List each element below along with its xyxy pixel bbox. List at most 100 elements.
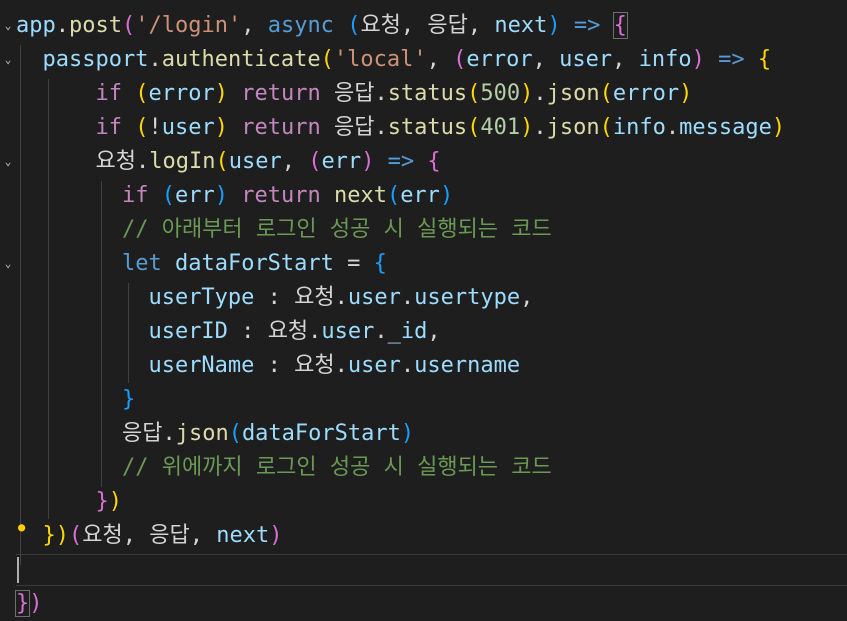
code-token: 응답 xyxy=(333,81,375,106)
code-line[interactable]: }) xyxy=(16,485,122,519)
code-token: status xyxy=(387,81,468,106)
code-line[interactable]: passport.authenticate('local', (error, u… xyxy=(16,43,772,77)
code-token: ( xyxy=(121,13,136,38)
code-token: userID xyxy=(148,319,228,344)
code-token: ( xyxy=(599,115,613,140)
editor-gutter: ⌄ ⌄ ⌄ ⌄ xyxy=(0,0,16,611)
code-line[interactable]: let dataForStart = { xyxy=(16,247,387,281)
code-line[interactable]: userType : 요청.user.usertype, xyxy=(16,281,533,315)
code-token: json xyxy=(546,115,600,140)
code-line[interactable]: } xyxy=(16,383,135,417)
chevron-down-icon[interactable]: ⌄ xyxy=(2,258,14,270)
code-token: let xyxy=(121,251,162,276)
code-line[interactable]: // 위에까지 로그인 성공 시 실행되는 코드 xyxy=(16,451,552,485)
code-token: async xyxy=(267,13,334,38)
code-token: , xyxy=(467,13,495,38)
code-token: ) xyxy=(547,13,561,38)
code-token: user xyxy=(161,115,215,140)
code-token: passport xyxy=(42,47,149,72)
code-token: // 위에까지 로그인 성공 시 실행되는 코드 xyxy=(121,455,552,480)
code-token: 요청 xyxy=(267,319,309,344)
code-token: 요청 xyxy=(294,353,335,378)
code-line[interactable]: userName : 요청.user.username xyxy=(16,349,520,383)
code-token: , xyxy=(612,47,639,72)
code-token: userType xyxy=(148,285,255,310)
code-token: ) xyxy=(439,183,454,208)
code-token: ( xyxy=(599,81,613,106)
code-line[interactable]: 요청.logIn(user, (err) => { xyxy=(16,145,440,179)
code-token: ( xyxy=(347,13,361,38)
code-token: ) xyxy=(361,149,375,174)
code-token: . xyxy=(400,285,415,310)
code-token: 요청 xyxy=(360,13,401,38)
code-token: . xyxy=(148,47,162,72)
code-token: . xyxy=(334,353,348,378)
code-token: info xyxy=(612,115,666,140)
code-token: , xyxy=(241,13,268,38)
code-token: next xyxy=(333,183,387,208)
code-token: err xyxy=(321,149,362,174)
code-line[interactable]: 응답.json(dataForStart) xyxy=(16,417,414,451)
code-token: return xyxy=(241,183,321,208)
code-line[interactable]: }) xyxy=(14,587,43,621)
code-token: app xyxy=(16,13,56,38)
code-token: usertype xyxy=(414,285,521,310)
code-token: ) xyxy=(29,591,43,616)
code-line[interactable]: if (!user) return 응답.status(401).json(in… xyxy=(16,111,785,145)
code-token: . xyxy=(400,353,415,378)
chevron-down-icon[interactable]: ⌄ xyxy=(2,20,14,32)
code-line[interactable]: })(요청, 응답, next) xyxy=(16,519,283,553)
code-token: = xyxy=(333,251,374,276)
code-token: . xyxy=(665,115,680,140)
code-token: ) xyxy=(520,81,534,106)
code-token: . xyxy=(374,115,388,140)
current-line-highlight xyxy=(16,554,847,586)
code-token: post xyxy=(69,13,122,38)
code-token: ) xyxy=(691,47,705,72)
code-token: => xyxy=(374,149,428,174)
chevron-down-icon[interactable]: ⌄ xyxy=(2,156,14,168)
code-token: user xyxy=(347,285,401,310)
code-line[interactable]: // 아래부터 로그인 성공 시 실행되는 코드 xyxy=(16,213,552,247)
code-token: . xyxy=(162,421,176,446)
code-token: . xyxy=(334,285,348,310)
chevron-down-icon[interactable]: ⌄ xyxy=(2,54,14,66)
code-editor[interactable]: ⌄ ⌄ ⌄ ⌄ ● app.post('/login', async (요청, … xyxy=(0,0,847,617)
code-token: , xyxy=(122,523,150,548)
code-token: ) xyxy=(214,183,228,208)
code-token: { xyxy=(373,251,387,276)
code-token: // 아래부터 로그인 성공 시 실행되는 코드 xyxy=(121,217,552,242)
code-token: , xyxy=(400,13,428,38)
code-line[interactable]: userID : 요청.user._id, xyxy=(16,315,440,349)
code-token: : xyxy=(227,319,268,344)
code-token: ( xyxy=(467,81,481,106)
code-token: message xyxy=(679,115,772,140)
code-token: logIn xyxy=(149,149,216,174)
code-line[interactable]: if (error) return 응답.status(500).json(er… xyxy=(16,77,692,111)
code-token: { xyxy=(757,47,772,72)
code-token: , xyxy=(520,285,534,310)
code-line[interactable]: app.post('/login', async (요청, 응답, next) … xyxy=(16,9,628,43)
code-token: ( xyxy=(228,421,242,446)
code-line[interactable]: if (err) return next(err) xyxy=(16,179,453,213)
code-token: err xyxy=(400,183,440,208)
code-token: 응답 xyxy=(333,115,375,140)
code-token: error xyxy=(466,47,533,72)
code-token: if xyxy=(95,81,122,106)
code-token: ) xyxy=(771,115,786,140)
code-token: 요청 xyxy=(82,523,123,548)
